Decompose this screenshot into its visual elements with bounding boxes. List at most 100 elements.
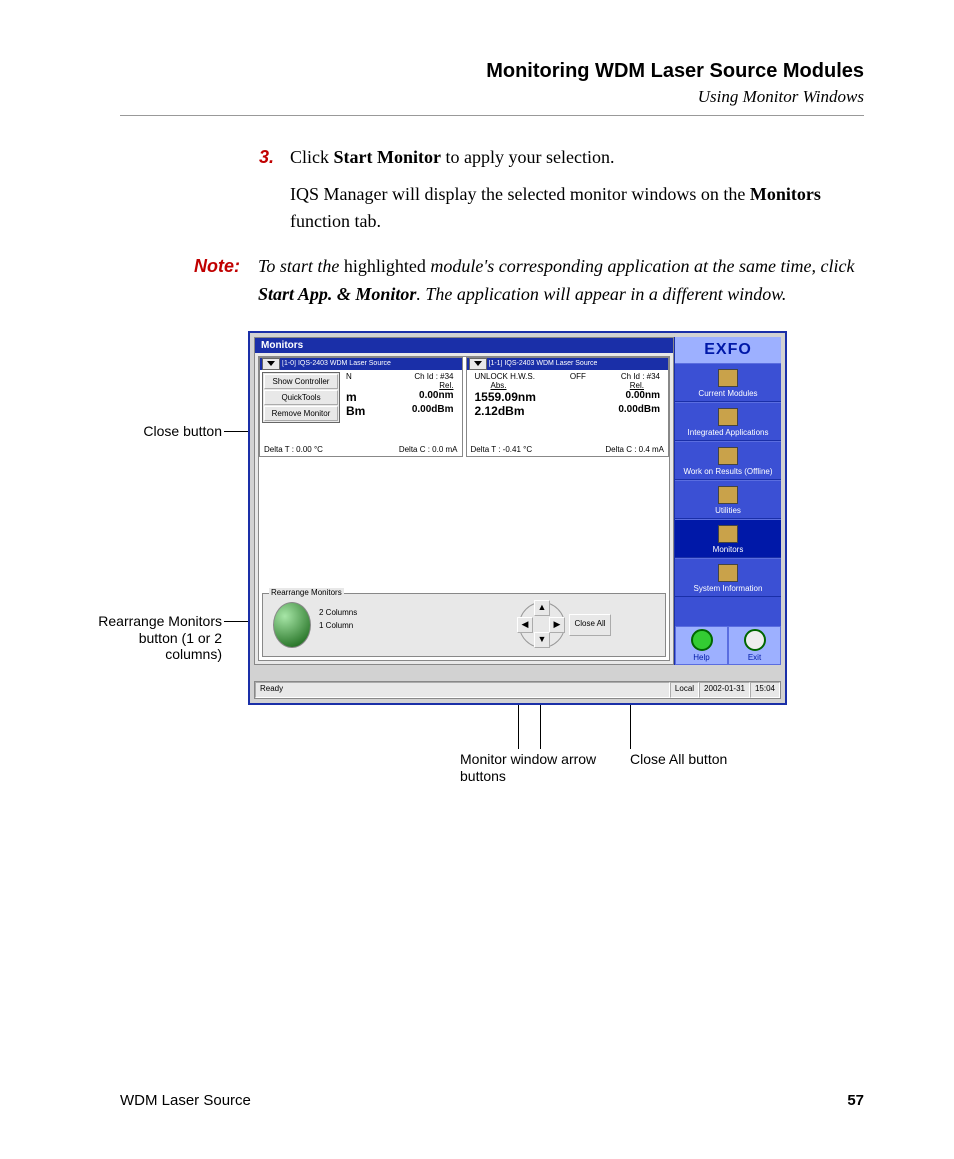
card-menu-dropdown[interactable] [469, 358, 487, 370]
step-text: to apply your selection. [441, 147, 614, 167]
app-sidebar: EXFO Current Modules Integrated Applicat… [674, 337, 781, 665]
sidebar-item-label: Monitors [713, 545, 744, 554]
note-text: To start the [258, 256, 344, 276]
value-abs-nm: 1559.09nm [475, 390, 536, 404]
card-menu-dropdown[interactable] [262, 358, 280, 370]
unlock-label: UNLOCK H.W.S. [475, 372, 535, 381]
note-text: highlighted [344, 256, 426, 276]
leader-line [224, 621, 248, 622]
rearrange-legend: Rearrange Monitors [269, 588, 344, 597]
menu-remove-monitor[interactable]: Remove Monitor [264, 406, 338, 421]
monitor-arrow-pad: ▲ ▼ ◀ ▶ [519, 602, 563, 646]
arrow-up-button[interactable]: ▲ [534, 600, 550, 616]
off-label: OFF [570, 372, 586, 381]
step-3: 3. Click Start Monitor to apply your sel… [250, 144, 864, 235]
columns-1-label: 1 Column [319, 621, 357, 630]
value-dbm: 0.00dBm [412, 404, 454, 418]
callout-rearrange-button: Rearrange Monitors button (1 or 2 column… [98, 613, 222, 663]
sidebar-item-current-modules[interactable]: Current Modules [675, 363, 781, 402]
monitor-card: [1-0] IQS-2403 WDM Laser Source Show Con… [259, 357, 463, 457]
status-bar: Ready Local 2002-01-31 15:04 [254, 681, 781, 699]
step-bold: Start Monitor [334, 147, 441, 167]
abs-label: Abs. [491, 381, 507, 390]
monitors-icon [718, 525, 738, 543]
value-nm: m [346, 390, 357, 404]
note-bold: Start App. & Monitor [258, 284, 416, 304]
sysinfo-icon [718, 564, 738, 582]
status-time: 15:04 [750, 682, 780, 698]
card-context-menu: Show Controller QuickTools Remove Monito… [262, 372, 340, 423]
delta-c: Delta C : 0.0 mA [399, 445, 458, 454]
sidebar-item-label: Utilities [715, 506, 741, 515]
page-footer: WDM Laser Source 57 [120, 1092, 864, 1109]
figure: Close button Rearrange Monitors button (… [120, 331, 864, 791]
apps-icon [718, 408, 738, 426]
utilities-icon [718, 486, 738, 504]
sidebar-item-integrated-apps[interactable]: Integrated Applications [675, 402, 781, 441]
delta-t: Delta T : 0.00 °C [264, 445, 323, 454]
value-rel-dbm: 0.00dBm [618, 404, 660, 418]
status-date: 2002-01-31 [699, 682, 750, 698]
status-ready: Ready [255, 682, 670, 698]
note-text: . The application will appear in a diffe… [416, 284, 786, 304]
exit-label: Exit [748, 653, 761, 662]
sidebar-item-label: Current Modules [698, 389, 757, 398]
sidebar-item-work-on-results[interactable]: Work on Results (Offline) [675, 441, 781, 480]
note-label: Note: [180, 253, 240, 309]
value-nm: 0.00nm [419, 390, 453, 404]
card-title: [1-0] IQS-2403 WDM Laser Source [282, 360, 391, 367]
step-text: IQS Manager will display the selected mo… [290, 184, 750, 204]
note-text: module's corresponding application at th… [426, 256, 855, 276]
channel-id: N [346, 372, 352, 381]
page-number: 57 [847, 1092, 864, 1109]
menu-show-controller[interactable]: Show Controller [264, 374, 338, 389]
modules-icon [718, 369, 738, 387]
help-label: Help [693, 653, 709, 662]
callout-arrow-buttons: Monitor window arrow buttons [460, 751, 600, 785]
help-button[interactable]: Help [675, 626, 728, 665]
rearrange-toggle-button[interactable] [273, 602, 311, 648]
exfo-logo: EXFO [675, 337, 781, 363]
power-icon [744, 629, 766, 651]
rel-label: Rel. [630, 381, 644, 390]
rearrange-monitors-group: Rearrange Monitors 2 Columns 1 Column ▲ … [262, 593, 666, 657]
sidebar-item-monitors[interactable]: Monitors [675, 519, 781, 558]
exit-button[interactable]: Exit [728, 626, 781, 665]
delta-c: Delta C : 0.4 mA [605, 445, 664, 454]
arrow-down-button[interactable]: ▼ [534, 632, 550, 648]
value-dbm: Bm [346, 404, 365, 418]
step-number: 3. [250, 144, 274, 235]
sidebar-item-utilities[interactable]: Utilities [675, 480, 781, 519]
app-window: Monitors [1-0] IQS-2403 WDM Laser Source [248, 331, 787, 705]
status-local: Local [670, 682, 699, 698]
columns-2-label: 2 Columns [319, 608, 357, 617]
results-icon [718, 447, 738, 465]
value-rel-nm: 0.00nm [626, 390, 660, 404]
step-text: Click [290, 147, 334, 167]
note-block: Note: To start the highlighted module's … [180, 253, 864, 309]
sidebar-item-label: Integrated Applications [688, 428, 769, 437]
channel-id: Ch Id : #34 [414, 372, 453, 381]
arrow-right-button[interactable]: ▶ [549, 617, 565, 633]
footer-left: WDM Laser Source [120, 1092, 251, 1109]
callout-close-all-button: Close All button [630, 751, 770, 768]
menu-quicktools[interactable]: QuickTools [264, 390, 338, 405]
channel-id: Ch Id : #34 [621, 372, 660, 381]
step-bold: Monitors [750, 184, 821, 204]
close-all-button[interactable]: Close All [569, 614, 611, 636]
sidebar-item-label: Work on Results (Offline) [683, 467, 772, 476]
sidebar-item-system-info[interactable]: System Information [675, 558, 781, 597]
rel-label: Rel. [439, 381, 453, 390]
leader-line [224, 431, 248, 432]
page-subheading: Using Monitor Windows [120, 87, 864, 107]
sidebar-item-label: System Information [694, 584, 763, 593]
delta-t: Delta T : -0.41 °C [471, 445, 533, 454]
page-heading: Monitoring WDM Laser Source Modules [120, 60, 864, 83]
monitor-card: [1-1] IQS-2403 WDM Laser Source UNLOCK H… [466, 357, 670, 457]
card-title: [1-1] IQS-2403 WDM Laser Source [489, 360, 598, 367]
header-rule [120, 115, 864, 116]
arrow-left-button[interactable]: ◀ [517, 617, 533, 633]
monitors-panel-title: Monitors [255, 338, 673, 353]
callout-close-button: Close button [112, 423, 222, 440]
value-abs-dbm: 2.12dBm [475, 404, 525, 418]
